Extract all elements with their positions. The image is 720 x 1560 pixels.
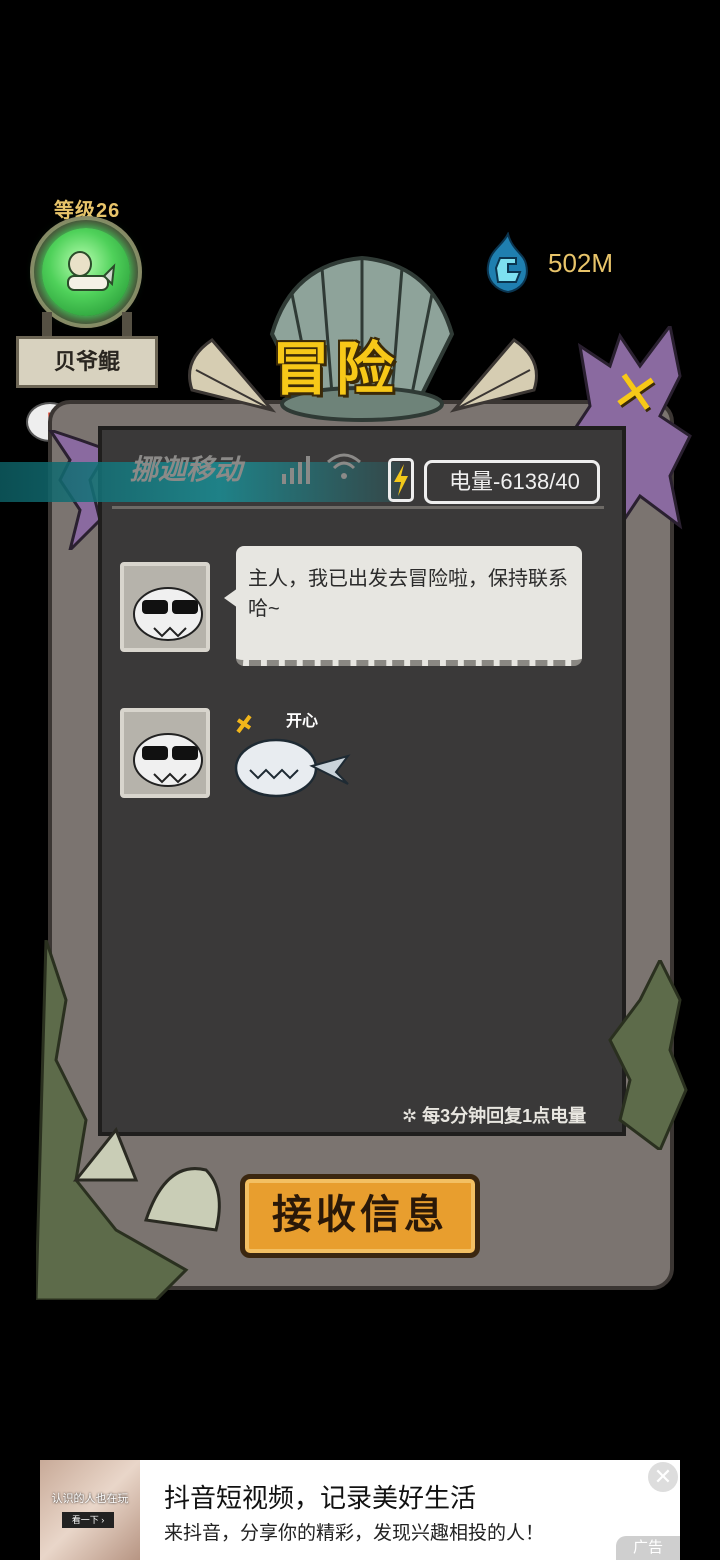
lightning-icon (394, 464, 408, 496)
carrier-name: 挪迦移动 (130, 454, 243, 485)
receive-message-button[interactable]: 接收信息 (240, 1174, 480, 1258)
wifi-icon (327, 453, 361, 479)
ad-title[interactable]: 抖音短视频，记录美好生活 (164, 1478, 476, 1515)
screen-title: 冒险 (272, 335, 401, 403)
player-name: 贝爷鲲 (16, 336, 158, 388)
sticker-caption: 开心 (286, 711, 318, 730)
ad-thumbnail-caption: 认识的人也在玩 (51, 1493, 129, 1505)
gem-icon (486, 232, 528, 294)
happy-fish-sticker: 开心 (234, 711, 351, 798)
sparkle-icon: ✲ (402, 1106, 418, 1126)
pet-avatar (120, 708, 210, 798)
pet-avatar (120, 562, 210, 652)
ad-thumbnail[interactable] (40, 1460, 140, 1560)
player-character-icon (67, 251, 116, 291)
currency-amount: 502M (548, 248, 614, 278)
ad-close-button[interactable]: ✕ (648, 1462, 678, 1492)
moss-decoration-right (608, 960, 688, 1150)
status-bar-divider (112, 506, 604, 509)
power-counter: 电量-6138/40 (424, 460, 600, 504)
pet-face-icon (133, 587, 203, 641)
power-recovery-note: ✲ 每3分钟回复1点电量 (402, 1102, 586, 1128)
ad-subtitle[interactable]: 来抖音，分享你的精彩，发现兴趣相投的人！ (164, 1518, 544, 1545)
pet-face-icon (133, 733, 203, 787)
signal-icon (282, 456, 310, 484)
message-bubble: 主人，我已出发去冒险啦，保持联系哈~ (236, 546, 582, 666)
ad-thumbnail-button[interactable]: 看一下 › (62, 1512, 114, 1528)
shell-fan-right (449, 338, 538, 413)
ad-label: 广告 (616, 1536, 680, 1560)
recovery-text: 每3分钟回复1点电量 (422, 1106, 587, 1126)
shells-decoration (72, 1127, 221, 1232)
